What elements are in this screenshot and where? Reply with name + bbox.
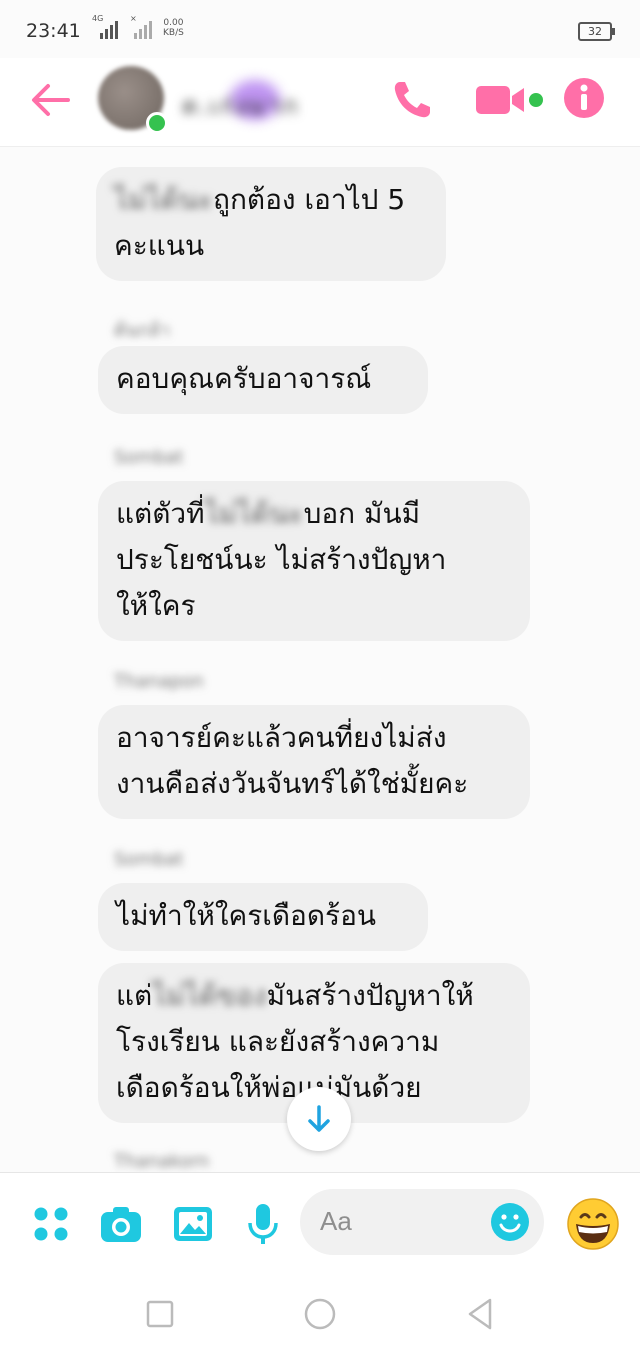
message-line: ให้ใคร xyxy=(116,583,508,629)
sender-name: Sombat xyxy=(114,849,184,870)
message-bubble[interactable]: แต่ตัวที่ไม่ได้นะบอก มันมี ประโยชน์นะ ไม… xyxy=(98,481,530,641)
message-line: ไม่ทำให้ใครเดือดร้อน xyxy=(116,893,406,939)
message-line: คอบคุณครับอาจารณ์ xyxy=(116,356,406,402)
home-icon[interactable] xyxy=(300,1294,340,1334)
redacted-name: ไม่ได้นะ xyxy=(204,497,304,530)
message-line: คะแนน xyxy=(114,223,424,269)
status-bar: 23:41 4G × 0.00 KB/S 32 xyxy=(0,0,640,58)
arrow-down-icon xyxy=(308,1105,330,1132)
network-speed-value: 0.00 xyxy=(163,18,184,28)
message-text: ประโยชน์นะ ไม่สร้างปัญหา xyxy=(116,543,447,576)
online-status-dot xyxy=(146,112,168,134)
redacted-name: ไม่ได้นะ xyxy=(114,183,213,216)
message-text: แต่ xyxy=(116,979,153,1012)
sender-name: Thanakorn xyxy=(114,1151,210,1172)
message-text: อาจารย์คะแล้วคนที่ยงไม่ส่ง xyxy=(116,721,447,754)
status-time: 23:41 xyxy=(26,20,81,42)
video-camera-icon[interactable] xyxy=(474,76,544,124)
message-text: ไม่ทำให้ใครเดือดร้อน xyxy=(116,899,377,932)
phone-icon[interactable] xyxy=(388,76,436,124)
camera-icon[interactable] xyxy=(98,1201,144,1247)
message-text: ให้ใคร xyxy=(116,589,196,622)
message-bubble[interactable]: ไม่ทำให้ใครเดือดร้อน xyxy=(98,883,428,951)
message-text: แต่ตัวที่ xyxy=(116,497,205,530)
message-line: ประโยชน์นะ ไม่สร้างปัญหา xyxy=(116,537,508,583)
message-text: โรงเรียน และยังสร้างความ xyxy=(116,1025,440,1058)
smiley-icon[interactable] xyxy=(490,1202,530,1242)
message-line: โรงเรียน และยังสร้างความ xyxy=(116,1019,508,1065)
message-text: เดือดร้อนให้พ่อแม่มันด้วย xyxy=(116,1071,422,1104)
sender-name: Thanapon xyxy=(114,671,204,692)
arrow-left-icon[interactable] xyxy=(28,78,72,122)
battery-indicator: 32 xyxy=(578,22,615,41)
scroll-to-bottom-button[interactable] xyxy=(287,1087,351,1151)
chat-header: ต.เก่งมาก xyxy=(0,58,640,147)
message-line: งานคือส่งวันจันทร์ได้ใช่มั้ยคะ xyxy=(116,761,508,807)
image-icon[interactable] xyxy=(170,1201,216,1247)
recent-apps-icon[interactable] xyxy=(140,1294,180,1334)
message-bubble[interactable]: ไม่ได้นะถูกต้อง เอาไป 5 คะแนน xyxy=(96,167,446,281)
sender-name: ต้นกล้า xyxy=(114,320,171,341)
back-nav-icon[interactable] xyxy=(460,1294,500,1334)
message-line: แต่ตัวที่ไม่ได้นะบอก มันมี xyxy=(116,491,508,537)
message-text: มันสร้างปัญหาให้ xyxy=(266,979,474,1012)
sender-name: Sombat xyxy=(114,447,184,468)
message-bubble[interactable]: อาจารย์คะแล้วคนที่ยงไม่ส่ง งานคือส่งวันจ… xyxy=(98,705,530,819)
input-placeholder: Aa xyxy=(320,1206,352,1236)
message-line: แต่ไม่ได้ของมันสร้างปัญหาให้ xyxy=(116,973,508,1019)
signal-strength-icon xyxy=(100,19,118,39)
network-speed-unit: KB/S xyxy=(163,28,184,38)
contact-name[interactable]: ต.เก่งมาก xyxy=(182,86,300,125)
message-input[interactable]: Aa xyxy=(300,1189,544,1255)
message-bubble[interactable]: คอบคุณครับอาจารณ์ xyxy=(98,346,428,414)
signal-strength-icon-2 xyxy=(134,19,152,39)
message-composer: Aa xyxy=(0,1172,640,1273)
microphone-icon[interactable] xyxy=(240,1201,286,1247)
system-nav-bar xyxy=(0,1272,640,1354)
grinning-emoji-icon[interactable] xyxy=(566,1197,620,1251)
redacted-name: ไม่ได้ของ xyxy=(152,979,267,1012)
info-icon[interactable] xyxy=(560,74,608,122)
message-text: บอก มันมี xyxy=(303,497,421,530)
message-line: ไม่ได้นะถูกต้อง เอาไป 5 xyxy=(114,177,424,223)
network-speed: 0.00 KB/S xyxy=(163,18,184,38)
message-text: งานคือส่งวันจันทร์ได้ใช่มั้ยคะ xyxy=(116,767,469,800)
message-text: คะแนน xyxy=(114,229,205,262)
message-thread[interactable]: ไม่ได้นะถูกต้อง เอาไป 5 คะแนน ต้นกล้า คอ… xyxy=(0,147,640,1172)
message-text: ถูกต้อง เอาไป 5 xyxy=(212,183,406,216)
message-line: อาจารย์คะแล้วคนที่ยงไม่ส่ง xyxy=(116,715,508,761)
message-text: คอบคุณครับอาจารณ์ xyxy=(116,362,372,395)
four-dots-icon[interactable] xyxy=(28,1201,74,1247)
